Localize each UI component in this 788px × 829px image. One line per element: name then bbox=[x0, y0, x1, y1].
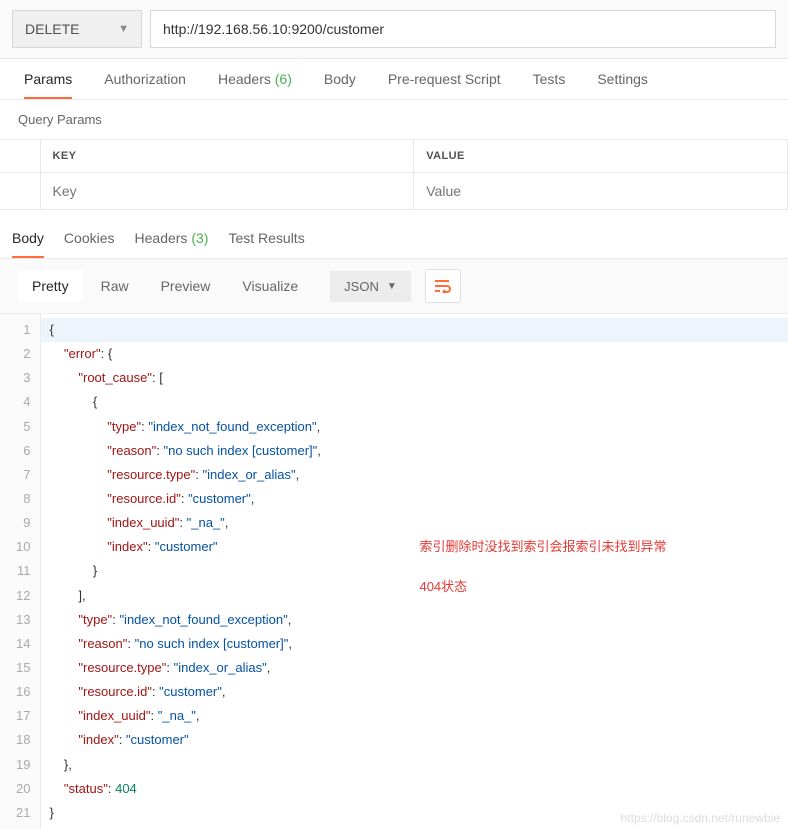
http-method-dropdown[interactable]: DELETE ▼ bbox=[12, 10, 142, 48]
wrap-icon bbox=[434, 279, 452, 293]
format-label: JSON bbox=[344, 279, 379, 294]
annotation-1: 索引删除时没找到索引会报索引未找到异常 bbox=[419, 536, 666, 555]
annotation-2: 404状态 bbox=[419, 576, 467, 595]
kv-value-header: VALUE bbox=[414, 140, 788, 173]
tab-settings[interactable]: Settings bbox=[597, 71, 648, 99]
view-visualize-button[interactable]: Visualize bbox=[228, 270, 312, 302]
resp-tab-testresults[interactable]: Test Results bbox=[228, 230, 304, 258]
format-dropdown[interactable]: JSON ▼ bbox=[330, 271, 411, 302]
kv-value-input[interactable] bbox=[426, 183, 775, 199]
chevron-down-icon: ▼ bbox=[387, 281, 397, 292]
tab-body[interactable]: Body bbox=[324, 71, 356, 99]
line-gutter: 123456789101112131415161718192021 bbox=[0, 314, 41, 829]
resp-tab-body[interactable]: Body bbox=[12, 230, 44, 258]
tab-prerequest[interactable]: Pre-request Script bbox=[388, 71, 501, 99]
kv-key-input[interactable] bbox=[53, 183, 402, 199]
tab-headers-label: Headers bbox=[218, 71, 271, 87]
chevron-down-icon: ▼ bbox=[118, 23, 129, 35]
headers-count: (6) bbox=[275, 71, 292, 87]
kv-lead-header bbox=[0, 140, 40, 173]
watermark: https://blog.csdn.net/runewbie bbox=[621, 811, 780, 825]
tab-params[interactable]: Params bbox=[24, 71, 72, 99]
tab-headers[interactable]: Headers (6) bbox=[218, 71, 292, 99]
tab-authorization[interactable]: Authorization bbox=[104, 71, 186, 99]
kv-lead-cell bbox=[0, 173, 40, 210]
kv-row bbox=[0, 173, 788, 210]
query-params-heading: Query Params bbox=[0, 100, 788, 139]
resp-tab-headers[interactable]: Headers (3) bbox=[135, 230, 209, 258]
resp-headers-count: (3) bbox=[191, 230, 208, 246]
url-input[interactable] bbox=[150, 10, 776, 48]
resp-tab-cookies[interactable]: Cookies bbox=[64, 230, 115, 258]
tab-tests[interactable]: Tests bbox=[533, 71, 566, 99]
view-raw-button[interactable]: Raw bbox=[87, 270, 143, 302]
code-content[interactable]: 索引删除时没找到索引会报索引未找到异常 404状态 https://blog.c… bbox=[41, 314, 788, 829]
response-body: 123456789101112131415161718192021 索引删除时没… bbox=[0, 314, 788, 829]
wrap-toggle-button[interactable] bbox=[425, 269, 461, 303]
view-pretty-button[interactable]: Pretty bbox=[18, 270, 83, 302]
resp-headers-label: Headers bbox=[135, 230, 188, 246]
http-method-label: DELETE bbox=[25, 21, 79, 37]
kv-key-header: KEY bbox=[40, 140, 414, 173]
view-preview-button[interactable]: Preview bbox=[147, 270, 225, 302]
